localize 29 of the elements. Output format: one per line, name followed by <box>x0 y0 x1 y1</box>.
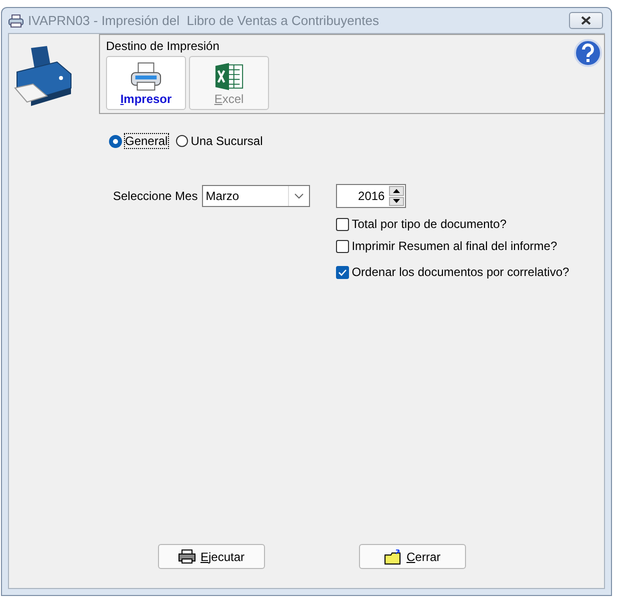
radio-label[interactable]: General <box>125 134 168 148</box>
arrow-down-icon[interactable] <box>392 199 400 204</box>
year-spinner[interactable]: 2016 <box>336 184 406 208</box>
checkbox[interactable] <box>336 240 349 252</box>
check-icon <box>338 268 347 276</box>
printer-icon <box>129 61 163 92</box>
window-title: IVAPRN03 - Impresión del Libro de Ventas a Contribuyentes <box>28 13 380 28</box>
spreadsheet-icon <box>213 61 245 92</box>
arrow-up-icon[interactable] <box>392 188 400 193</box>
group-label: Destino de Impresión <box>106 39 220 53</box>
month-label: Seleccione Mes <box>113 189 198 203</box>
checkbox-label[interactable]: Total por tipo de documento? <box>352 217 506 231</box>
radio-label[interactable]: Una Sucursal <box>190 134 263 148</box>
checkbox-label[interactable]: Ordenar los documentos por correlativo? <box>352 265 570 279</box>
close-button[interactable] <box>569 12 603 29</box>
close-icon <box>581 16 591 25</box>
folder-icon <box>384 548 402 564</box>
checkbox[interactable] <box>336 266 349 278</box>
printer-icon <box>178 549 196 564</box>
radio-button[interactable] <box>176 135 188 147</box>
radio-button[interactable] <box>109 134 122 148</box>
close-button[interactable]: Cerrar <box>359 544 466 569</box>
checkbox-label[interactable]: Imprimir Resumen al final del informe? <box>352 239 558 253</box>
printer-icon <box>8 14 24 28</box>
run-button[interactable]: Ejecutar <box>158 544 265 569</box>
checkbox[interactable] <box>336 218 349 230</box>
month-dropdown[interactable]: Marzo <box>202 185 310 207</box>
help-icon[interactable] <box>574 39 602 67</box>
destination-option[interactable]: Impresor <box>106 56 186 110</box>
